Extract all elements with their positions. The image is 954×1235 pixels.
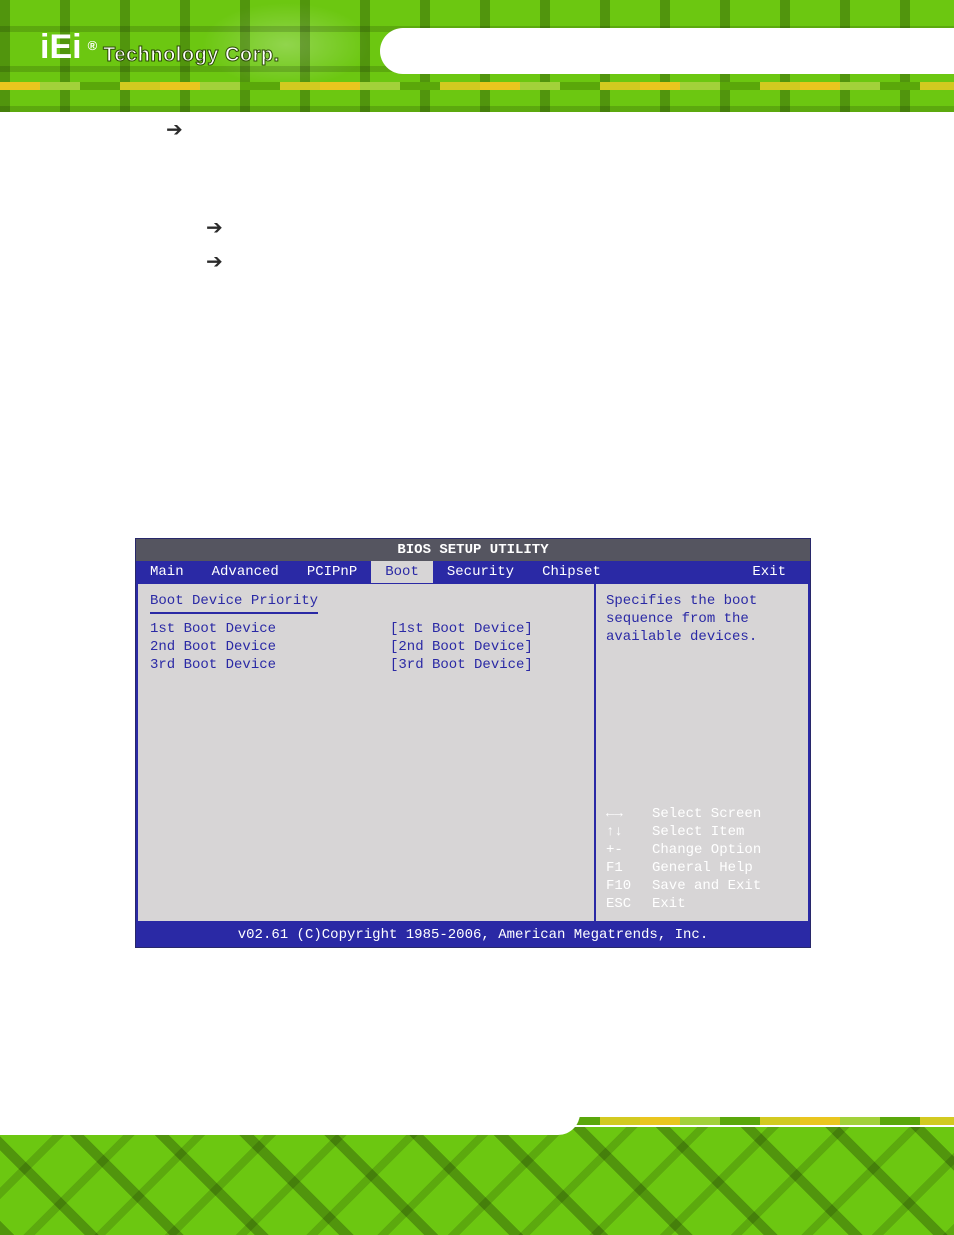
legend-key: F1: [606, 859, 642, 877]
option-label: PS/2 Mouse Support [Auto]: [194, 120, 401, 137]
legend-key: ↑↓: [606, 823, 642, 841]
arrow-icon: ➔: [166, 120, 194, 140]
bios-right-pane: Specifies the boot sequence from the ava…: [594, 584, 810, 923]
section-intro-2: the available devices. The drive sequenc…: [0, 392, 954, 416]
option-desc: Allows the PS/2 mouse support to be adju…: [0, 146, 954, 170]
bios-tab-main[interactable]: Main: [136, 561, 198, 583]
bios-left-header: Boot Device Priority: [150, 592, 318, 614]
arrow-icon: ➔: [206, 252, 234, 272]
legend-value: Select Item: [652, 823, 744, 841]
header-band: iEi ® Technology Corp.: [0, 0, 954, 112]
list-item: 1st Boot Device: [252, 458, 954, 476]
header-curve: [380, 28, 954, 74]
bios-item-value: [2nd Boot Device]: [390, 638, 533, 656]
option-auto-label: Auto: [234, 252, 270, 288]
brand-reg-mark: ®: [88, 38, 98, 53]
bios-body: Boot Device Priority 1st Boot Device [1s…: [136, 583, 810, 923]
bios-tab-advanced[interactable]: Advanced: [198, 561, 293, 583]
bios-item-label: 1st Boot Device: [150, 620, 390, 638]
option-auto-default: DEFAULT: [330, 252, 379, 288]
section-intro-3: individual device section.: [0, 422, 954, 446]
bios-tab-security[interactable]: Security: [433, 561, 528, 583]
footer-curve: [0, 1091, 580, 1135]
option-heading: ➔ PS/2 Mouse Support [Auto]: [0, 120, 954, 140]
section-intro-1: Use the Boot Device Priority menu (BIOS …: [0, 362, 954, 386]
bios-help-line: available devices.: [606, 628, 798, 646]
bios-tab-chipset[interactable]: Chipset: [528, 561, 615, 583]
brand-block: iEi ® Technology Corp.: [40, 28, 280, 67]
boot-device-list: 1st Boot Device 2nd Boot Device 3rd Boot…: [0, 458, 954, 528]
option-enabled: ➔ Enabled Allows the system to use a PS/…: [0, 218, 954, 238]
bios-tab-pcipnp[interactable]: PCIPnP: [293, 561, 371, 583]
legend-value: General Help: [652, 859, 753, 877]
bios-panel: BIOS SETUP UTILITY Main Advanced PCIPnP …: [135, 538, 811, 948]
brand-tagline: Technology Corp.: [103, 44, 280, 67]
bios-help: Specifies the boot sequence from the ava…: [606, 592, 798, 646]
brand-logo-text: iEi: [40, 28, 82, 67]
bios-item[interactable]: 2nd Boot Device [2nd Boot Device]: [150, 638, 582, 656]
legend-value: Select Screen: [652, 805, 761, 823]
document-body: ➔ PS/2 Mouse Support [Auto] Allows the P…: [0, 120, 954, 983]
bios-item[interactable]: 3rd Boot Device [3rd Boot Device]: [150, 656, 582, 674]
option-auto-desc: The system auto-adjusts PS/2 mouse suppo…: [439, 252, 874, 288]
section-title: 5.6.2 Boot Device Priority: [0, 322, 954, 348]
bios-title: BIOS SETUP UTILITY: [136, 539, 810, 561]
bios-left-pane: Boot Device Priority 1st Boot Device [1s…: [136, 584, 594, 923]
footer-band: [0, 1127, 954, 1235]
figure-caption: BIOS Menu 23: Boot Device Priority Setti…: [0, 966, 954, 983]
bios-item[interactable]: 1st Boot Device [1st Boot Device]: [150, 620, 582, 638]
bios-help-line: sequence from the: [606, 610, 798, 628]
legend-value: Save and Exit: [652, 877, 761, 895]
bios-item-value: [3rd Boot Device]: [390, 656, 533, 674]
header-stripe: [0, 82, 954, 90]
legend-value: Exit: [652, 895, 686, 913]
legend-key: ESC: [606, 895, 642, 913]
bios-tab-exit[interactable]: Exit: [738, 561, 810, 583]
bios-item-label: 3rd Boot Device: [150, 656, 390, 674]
list-item: 3rd Boot Device: [252, 510, 954, 528]
bios-help-line: Specifies the boot: [606, 592, 798, 610]
option-enabled-desc: Allows the system to use a PS/2 mouse.: [356, 218, 821, 236]
option-enabled-label: Enabled: [234, 218, 296, 236]
bios-copyright: v02.61 (C)Copyright 1985-2006, American …: [136, 923, 810, 947]
bios-item-value: [1st Boot Device]: [390, 620, 533, 638]
legend-key: +-: [606, 841, 642, 859]
option-auto: ➔ Auto DEFAULT The system auto-adjusts P…: [0, 252, 954, 288]
legend-value: Change Option: [652, 841, 761, 859]
legend-key: ←→: [606, 805, 642, 823]
bios-tabs: Main Advanced PCIPnP Boot Security Chips…: [136, 561, 810, 583]
arrow-icon: ➔: [206, 218, 234, 238]
list-item: 2nd Boot Device: [252, 484, 954, 502]
bios-tab-boot[interactable]: Boot: [371, 561, 433, 583]
legend-key: F10: [606, 877, 642, 895]
bios-legend: ←→ Select Screen ↑↓ Select Item +- Change O…: [606, 805, 798, 913]
bios-item-label: 2nd Boot Device: [150, 638, 390, 656]
